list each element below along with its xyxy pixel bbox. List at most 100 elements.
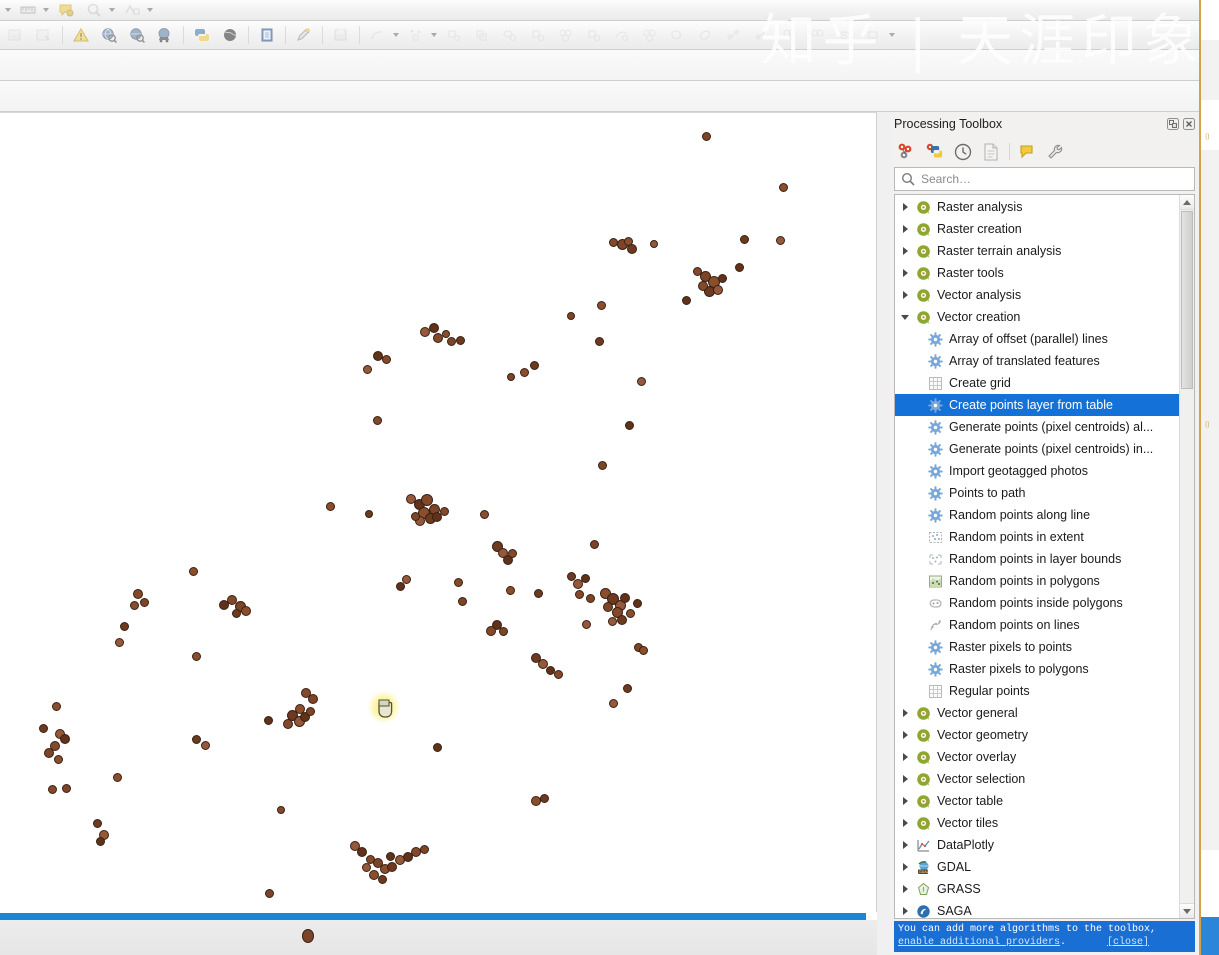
chevron-right-icon[interactable] [897,225,913,233]
show-statistical-summary-button[interactable] [96,23,122,47]
tree-item-grass[interactable]: GRASS [895,878,1179,900]
tree-item-vector-geometry[interactable]: Vector geometry [895,724,1179,746]
tree-item-generate-points-pixel-centroids-al[interactable]: Generate points (pixel centroids) al... [895,416,1179,438]
tree-item-saga[interactable]: SAGA [895,900,1179,918]
simplify-feature-button[interactable] [609,23,635,47]
digitize-with-segment-button[interactable] [365,23,391,47]
add-part-button[interactable] [665,23,691,47]
tree-item-create-points-layer-from-table[interactable]: Create points layer from table [895,394,1179,416]
tree-item-raster-analysis[interactable]: Raster analysis [895,196,1179,218]
python-console-button[interactable] [189,23,215,47]
tree-item-create-grid[interactable]: Create grid [895,372,1179,394]
tree-item-points-to-path[interactable]: Points to path [895,482,1179,504]
chevron-right-icon[interactable] [897,753,913,761]
tree-item-random-points-in-polygons[interactable]: Random points in polygons [895,570,1179,592]
tree-item-raster-tools[interactable]: Raster tools [895,262,1179,284]
select-features-button[interactable] [81,0,107,22]
toggle-editing-button[interactable] [291,23,317,47]
search-box[interactable] [894,167,1195,191]
new-virtual-layer-button[interactable] [68,23,94,47]
plugin-manager-button[interactable] [217,23,243,47]
paste-features-button[interactable] [553,23,579,47]
tree-item-random-points-in-extent[interactable]: Random points in extent [895,526,1179,548]
chevron-down-icon[interactable] [109,8,115,12]
chevron-down-icon[interactable] [431,33,437,37]
save-layer-edits-button[interactable] [328,23,354,47]
add-ring-button[interactable] [637,23,663,47]
tree-item-vector-tiles[interactable]: Vector tiles [895,812,1179,834]
chevron-right-icon[interactable] [897,863,913,871]
tree-item-random-points-in-layer-bounds[interactable]: Random points in layer bounds [895,548,1179,570]
tree-item-vector-table[interactable]: Vector table [895,790,1179,812]
tree-item-regular-points[interactable]: Regular points [895,680,1179,702]
tree-item-raster-pixels-to-points[interactable]: Raster pixels to points [895,636,1179,658]
metasearch-button[interactable] [124,23,150,47]
tree-item-array-of-translated-features[interactable]: Array of translated features [895,350,1179,372]
copy-feature-button[interactable] [469,23,495,47]
deselect-features-button[interactable] [119,0,145,22]
offset-point-symbol-button[interactable] [861,23,887,47]
chevron-down-icon[interactable] [393,33,399,37]
chevron-right-icon[interactable] [897,885,913,893]
edit-features-inplace-button[interactable] [1015,139,1041,165]
tree-item-vector-creation[interactable]: Vector creation [895,306,1179,328]
undock-panel-button[interactable] [1166,117,1180,131]
move-feature-button[interactable] [441,23,467,47]
tree-item-array-of-offset-parallel-lines[interactable]: Array of offset (parallel) lines [895,328,1179,350]
delete-selected-button[interactable] [497,23,523,47]
open-models-button[interactable] [894,139,920,165]
tree-item-random-points-inside-polygons[interactable]: Random points inside polygons [895,592,1179,614]
vertex-tool-button[interactable] [403,23,429,47]
enable-additional-providers-link[interactable]: enable additional providers [898,937,1060,948]
tree-item-gdal[interactable]: GDAL GDAL [895,856,1179,878]
tree-item-random-points-along-line[interactable]: Random points along line [895,504,1179,526]
chevron-right-icon[interactable] [897,907,913,915]
chevron-down-icon[interactable] [5,8,11,12]
scrollbar-thumb[interactable] [1181,211,1193,389]
chevron-right-icon[interactable] [897,291,913,299]
tree-item-vector-selection[interactable]: Vector selection [895,768,1179,790]
open-attribute-table-button[interactable] [254,23,280,47]
fill-ring-button[interactable] [693,23,719,47]
tree-item-raster-terrain-analysis[interactable]: Raster terrain analysis [895,240,1179,262]
layout-manager-button[interactable] [31,23,57,47]
tree-item-vector-analysis[interactable]: Vector analysis [895,284,1179,306]
chevron-down-icon[interactable] [889,33,895,37]
cut-features-button[interactable] [525,23,551,47]
tree-vertical-scrollbar[interactable] [1179,195,1194,918]
merge-attributes-button[interactable] [805,23,831,47]
options-button[interactable] [1043,139,1069,165]
new-print-layout-button[interactable] [3,23,29,47]
measure-tool-button[interactable] [15,0,41,22]
close-panel-button[interactable] [1182,117,1196,131]
chevron-down-icon[interactable] [43,8,49,12]
delete-part-button[interactable] [749,23,775,47]
scroll-up-button[interactable] [1180,195,1194,210]
tree-item-dataplotly[interactable]: DataPlotly [895,834,1179,856]
map-tips-button[interactable] [53,0,79,22]
merge-features-button[interactable] [777,23,803,47]
tree-item-raster-creation[interactable]: Raster creation [895,218,1179,240]
results-viewer-button[interactable] [978,139,1004,165]
history-button[interactable] [950,139,976,165]
algorithm-tree[interactable]: Raster analysis Raster creation Raster ter… [895,195,1179,918]
tree-item-import-geotagged-photos[interactable]: Import geotagged photos [895,460,1179,482]
message-close-link[interactable]: [close] [1107,936,1149,949]
chevron-down-icon[interactable] [897,314,913,320]
chevron-right-icon[interactable] [897,247,913,255]
tree-item-random-points-on-lines[interactable]: Random points on lines [895,614,1179,636]
chevron-right-icon[interactable] [897,709,913,717]
chevron-right-icon[interactable] [897,775,913,783]
tree-item-vector-overlay[interactable]: Vector overlay [895,746,1179,768]
chevron-down-icon[interactable] [147,8,153,12]
chevron-right-icon[interactable] [897,797,913,805]
chevron-right-icon[interactable] [897,731,913,739]
tree-item-raster-pixels-to-polygons[interactable]: Raster pixels to polygons [895,658,1179,680]
chevron-right-icon[interactable] [897,819,913,827]
chevron-right-icon[interactable] [897,269,913,277]
delete-ring-button[interactable] [721,23,747,47]
chevron-right-icon[interactable] [897,841,913,849]
map-canvas[interactable] [0,112,877,912]
osm-place-search-button[interactable] [152,23,178,47]
rotate-feature-button[interactable] [581,23,607,47]
